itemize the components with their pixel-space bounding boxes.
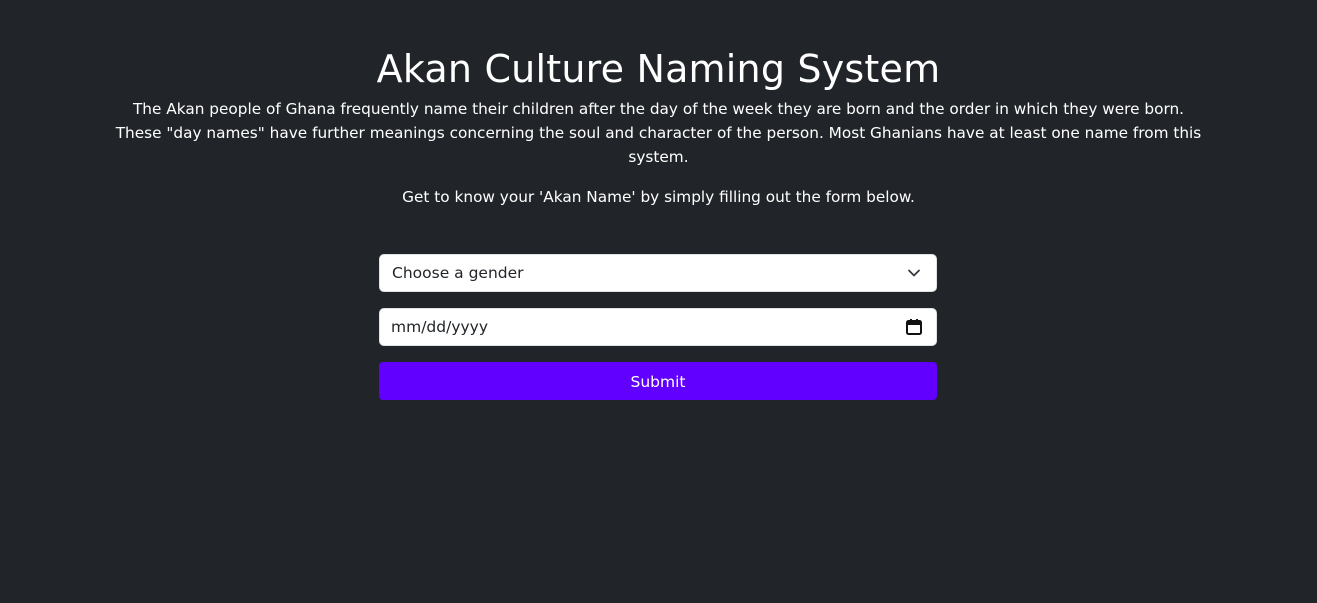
birth-date-input[interactable]: mm/dd/yyyy [379, 308, 937, 346]
birth-date-placeholder: mm/dd/yyyy [391, 318, 489, 336]
chevron-down-icon [905, 264, 923, 282]
gender-select-value: Choose a gender [392, 264, 524, 282]
form-instruction: Get to know your 'Akan Name' by simply f… [402, 188, 915, 206]
page: Akan Culture Naming System The Akan peop… [0, 0, 1317, 603]
intro-paragraph: The Akan people of Ghana frequently name… [115, 100, 1202, 166]
akan-name-form: Choose a gender mm/dd/yyyy Submit [379, 254, 937, 400]
calendar-icon[interactable] [905, 318, 923, 336]
gender-select[interactable]: Choose a gender [379, 254, 937, 292]
submit-button[interactable]: Submit [379, 362, 937, 400]
intro-section: Akan Culture Naming System The Akan peop… [0, 44, 1317, 209]
page-title: Akan Culture Naming System [376, 47, 941, 91]
